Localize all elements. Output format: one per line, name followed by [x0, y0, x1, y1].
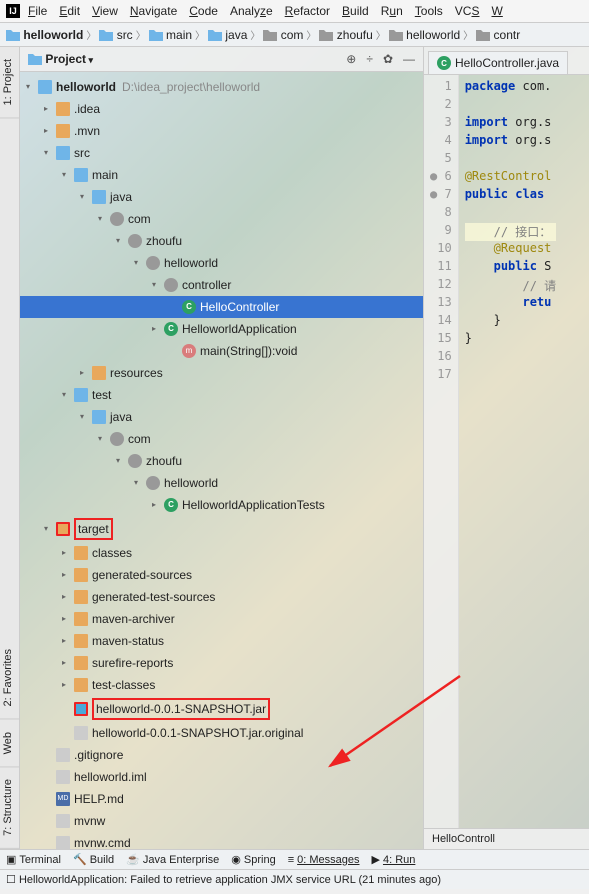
node-jar-orig[interactable]: helloworld-0.0.1-SNAPSHOT.jar.original [20, 722, 423, 744]
code-content[interactable]: package com.import org.simport org.s@Res… [459, 75, 562, 828]
tab-web[interactable]: Web [0, 720, 19, 767]
node-iml[interactable]: helloworld.iml [20, 766, 423, 788]
tab-structure[interactable]: 7: Structure [0, 767, 19, 849]
project-tree: ▾helloworldD:\idea_project\helloworld ▸.… [20, 72, 423, 849]
bc-main[interactable]: main [149, 28, 192, 42]
menu-edit[interactable]: Edit [59, 4, 80, 18]
editor-breadcrumb[interactable]: HelloControll [424, 828, 589, 849]
select-opened-icon[interactable]: ⊕ [346, 52, 356, 66]
node-main[interactable]: ▾main [20, 164, 423, 186]
node-resources[interactable]: ▸resources [20, 362, 423, 384]
node-test-hw[interactable]: ▾helloworld [20, 472, 423, 494]
node-gen-test-src[interactable]: ▸generated-test-sources [20, 586, 423, 608]
bc-zhoufu[interactable]: zhoufu [319, 28, 372, 42]
node-helloworld[interactable]: ▾helloworld [20, 252, 423, 274]
bc-helloworld[interactable]: helloworld [6, 28, 83, 42]
node-test-com[interactable]: ▾com [20, 428, 423, 450]
menu-window[interactable]: W [491, 4, 502, 18]
node-mvnw[interactable]: mvnw [20, 810, 423, 832]
node-src[interactable]: ▾src [20, 142, 423, 164]
tool-java-ent[interactable]: ☕ Java Enterprise [126, 853, 219, 866]
menu-refactor[interactable]: Refactor [285, 4, 330, 18]
bc-java[interactable]: java [208, 28, 247, 42]
bc-com[interactable]: com [263, 28, 303, 42]
menu-analyze[interactable]: Analyze [230, 4, 273, 18]
expand-all-icon[interactable]: ÷ [366, 52, 373, 66]
menu-build[interactable]: Build [342, 4, 369, 18]
editor-tab[interactable]: HelloController.java [428, 51, 568, 74]
line-gutter: 12345● 6● 7891011121314151617 [424, 75, 459, 828]
menu-bar: IJ File Edit View Navigate Code Analyze … [0, 0, 589, 23]
node-jar[interactable]: helloworld-0.0.1-SNAPSHOT.jar [20, 696, 423, 722]
bc-src[interactable]: src [99, 28, 132, 42]
node-gen-src[interactable]: ▸generated-sources [20, 564, 423, 586]
left-tool-tabs: 1: Project 2: Favorites Web 7: Structure [0, 47, 20, 849]
bottom-tool-bar: ▣ Terminal 🔨 Build ☕ Java Enterprise ◉ S… [0, 849, 589, 869]
node-test-classes[interactable]: ▸test-classes [20, 674, 423, 696]
node-zhoufu[interactable]: ▾zhoufu [20, 230, 423, 252]
hide-icon[interactable]: — [403, 52, 415, 66]
node-hw-app[interactable]: ▸HelloworldApplication [20, 318, 423, 340]
tool-spring[interactable]: ◉ Spring [231, 853, 275, 866]
project-icon [28, 53, 42, 65]
tool-run[interactable]: ▶ 4: Run [372, 853, 416, 866]
node-test-java[interactable]: ▾java [20, 406, 423, 428]
menu-navigate[interactable]: Navigate [130, 4, 177, 18]
tool-terminal[interactable]: ▣ Terminal [6, 853, 61, 866]
node-hw-app-tests[interactable]: ▸HelloworldApplicationTests [20, 494, 423, 516]
node-com[interactable]: ▾com [20, 208, 423, 230]
bc-controller[interactable]: contr [476, 28, 520, 42]
node-root[interactable]: ▾helloworldD:\idea_project\helloworld [20, 76, 423, 98]
menu-code[interactable]: Code [189, 4, 218, 18]
node-mvn[interactable]: ▸.mvn [20, 120, 423, 142]
tool-build[interactable]: 🔨 Build [73, 853, 114, 866]
status-message: HelloworldApplication: Failed to retriev… [19, 874, 583, 886]
node-target[interactable]: ▾target [20, 516, 423, 542]
node-gitignore[interactable]: .gitignore [20, 744, 423, 766]
editor-panel: HelloController.java 12345● 6● 789101112… [424, 47, 589, 849]
node-main-method[interactable]: main(String[]):void [20, 340, 423, 362]
tool-messages[interactable]: ≡ 0: Messages [288, 854, 360, 866]
node-help-md[interactable]: HELP.md [20, 788, 423, 810]
node-test-zhoufu[interactable]: ▾zhoufu [20, 450, 423, 472]
node-mvn-arch[interactable]: ▸maven-archiver [20, 608, 423, 630]
menu-file[interactable]: File [28, 4, 47, 18]
status-icon: ☐ [6, 873, 16, 886]
node-hello-controller[interactable]: HelloController [20, 296, 423, 318]
menu-view[interactable]: View [92, 4, 118, 18]
node-mvn-status[interactable]: ▸maven-status [20, 630, 423, 652]
menu-tools[interactable]: Tools [415, 4, 443, 18]
node-java[interactable]: ▾java [20, 186, 423, 208]
menu-vcs[interactable]: VCS [455, 4, 480, 18]
menu-run[interactable]: Run [381, 4, 403, 18]
status-bar: ☐ HelloworldApplication: Failed to retri… [0, 869, 589, 889]
node-classes[interactable]: ▸classes [20, 542, 423, 564]
breadcrumb: helloworld〉 src〉 main〉 java〉 com〉 zhoufu… [0, 23, 589, 47]
settings-icon[interactable]: ✿ [383, 52, 393, 66]
node-test[interactable]: ▾test [20, 384, 423, 406]
node-mvnw-cmd[interactable]: mvnw.cmd [20, 832, 423, 849]
bc-helloworld-pkg[interactable]: helloworld [389, 28, 460, 42]
tab-favorites[interactable]: 2: Favorites [0, 637, 19, 719]
node-controller[interactable]: ▾controller [20, 274, 423, 296]
panel-title[interactable]: Project [45, 52, 346, 66]
node-idea[interactable]: ▸.idea [20, 98, 423, 120]
project-panel: Project ⊕ ÷ ✿ — ▾helloworldD:\idea_proje… [20, 47, 424, 849]
app-icon: IJ [6, 4, 20, 18]
tab-project[interactable]: 1: Project [0, 47, 19, 118]
node-surefire[interactable]: ▸surefire-reports [20, 652, 423, 674]
